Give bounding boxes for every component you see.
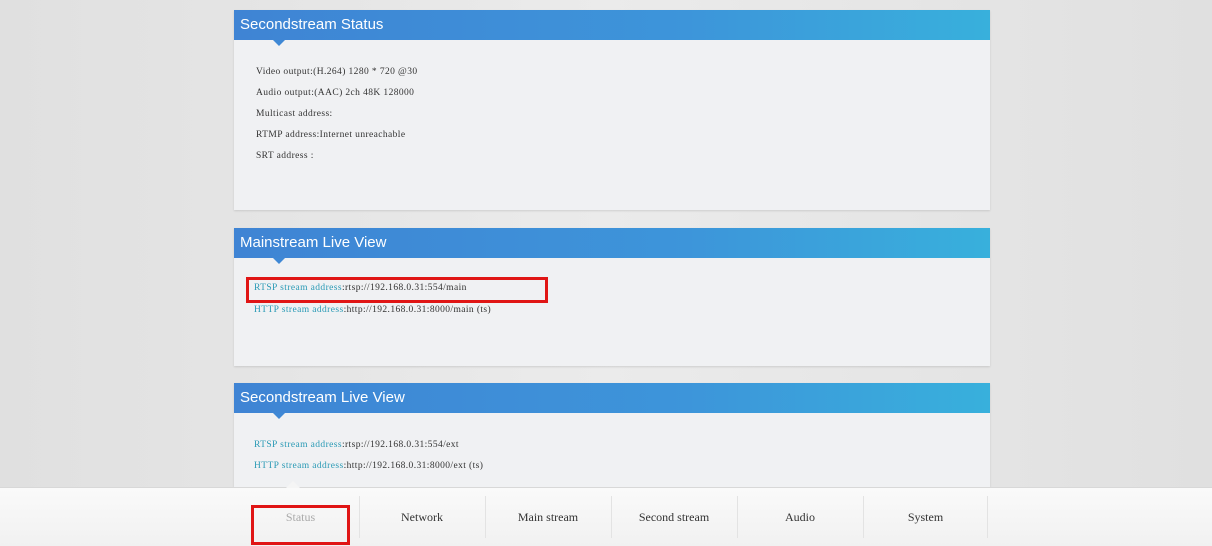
nav-audio[interactable]: Audio bbox=[737, 496, 862, 538]
ext-http-label[interactable]: HTTP stream address bbox=[254, 461, 344, 471]
panel-title: Secondstream Status bbox=[240, 16, 384, 33]
active-tab-pointer bbox=[286, 481, 300, 488]
rtmp-address-text: RTMP address:Internet unreachable bbox=[256, 130, 406, 140]
header-notch bbox=[273, 40, 285, 46]
ext-http-address: :http://192.168.0.31:8000/ext (ts) bbox=[343, 461, 484, 471]
audio-output-text: Audio output:(AAC) 2ch 48K 128000 bbox=[256, 88, 415, 98]
header-notch bbox=[273, 413, 285, 419]
panel-title: Secondstream Live View bbox=[240, 389, 405, 406]
secondstream-live-view-header: Secondstream Live View bbox=[234, 383, 990, 419]
main-http-row: HTTP stream address:http://192.168.0.31:… bbox=[254, 305, 491, 315]
nav-network[interactable]: Network bbox=[359, 496, 484, 538]
nav-main-stream[interactable]: Main stream bbox=[485, 496, 610, 538]
header-notch bbox=[273, 258, 285, 264]
secondstream-status-panel: Secondstream Status Video output:(H.264)… bbox=[234, 10, 990, 210]
bottom-nav-bar: Status Network Main stream Second stream… bbox=[0, 487, 1212, 546]
ext-rtsp-label[interactable]: RTSP stream address bbox=[254, 440, 342, 450]
video-output-text: Video output:(H.264) 1280 * 720 @30 bbox=[256, 67, 418, 77]
main-http-label[interactable]: HTTP stream address bbox=[254, 305, 344, 315]
nav-system[interactable]: System bbox=[863, 496, 988, 538]
panel-title: Mainstream Live View bbox=[240, 234, 387, 251]
ext-rtsp-address: :rtsp://192.168.0.31:554/ext bbox=[341, 440, 459, 450]
srt-address-text: SRT address : bbox=[256, 151, 314, 161]
secondstream-live-view-panel: Secondstream Live View RTSP stream addre… bbox=[234, 383, 990, 487]
main-http-address: :http://192.168.0.31:8000/main (ts) bbox=[343, 305, 492, 315]
rtsp-highlight-box bbox=[246, 277, 548, 303]
ext-rtsp-row: RTSP stream address:rtsp://192.168.0.31:… bbox=[254, 440, 459, 450]
ext-http-row: HTTP stream address:http://192.168.0.31:… bbox=[254, 461, 483, 471]
mainstream-live-view-header: Mainstream Live View bbox=[234, 228, 990, 264]
status-highlight-box bbox=[251, 505, 350, 545]
multicast-address-text: Multicast address: bbox=[256, 109, 333, 119]
secondstream-status-header: Secondstream Status bbox=[234, 10, 990, 46]
nav-second-stream[interactable]: Second stream bbox=[611, 496, 736, 538]
